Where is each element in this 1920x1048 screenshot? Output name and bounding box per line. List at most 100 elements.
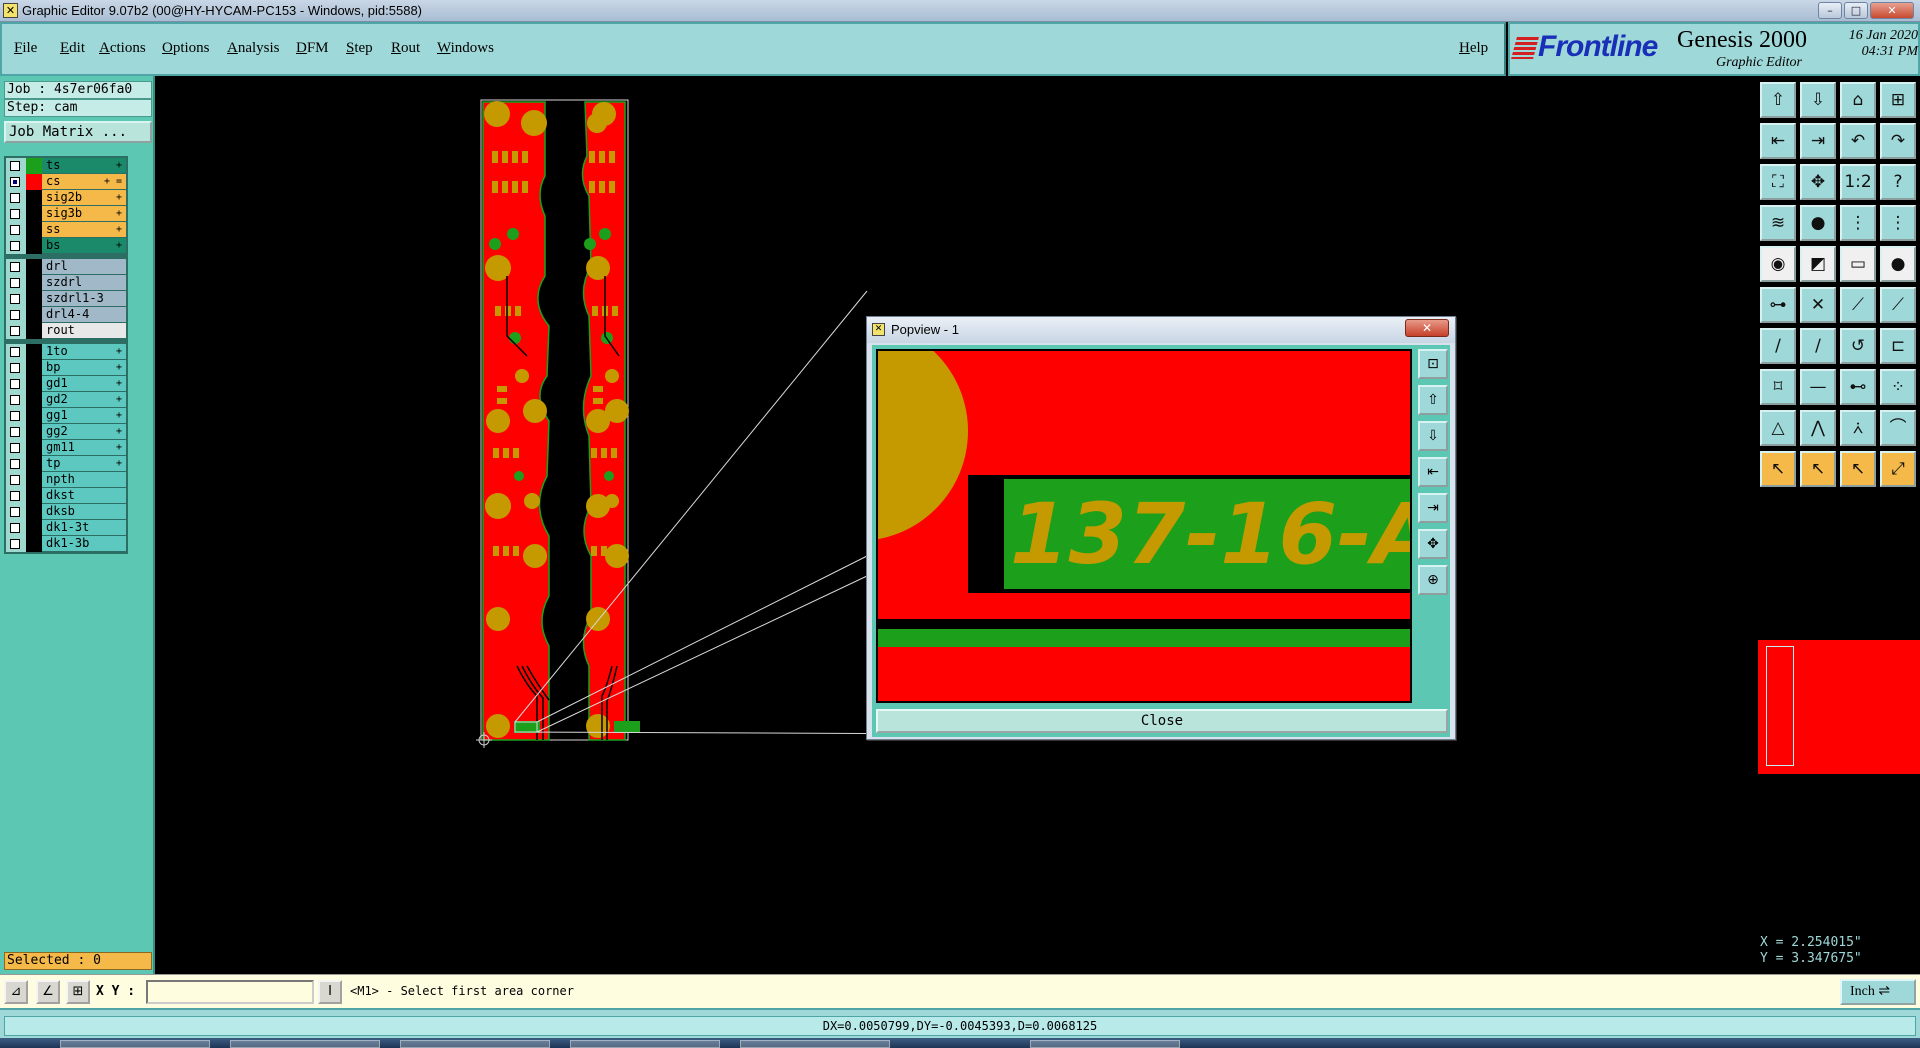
- pan-right-icon[interactable]: ⇥: [1418, 493, 1448, 523]
- layer-color-swatch[interactable]: [26, 291, 42, 307]
- layer-checkbox[interactable]: [10, 459, 20, 469]
- triangle4-icon[interactable]: ⌒: [1880, 410, 1916, 446]
- taskbar-item[interactable]: [740, 1040, 890, 1048]
- overview-map[interactable]: [1758, 640, 1920, 774]
- scale-icon[interactable]: 1:2: [1840, 164, 1876, 200]
- layer-row-szdrl1-3[interactable]: szdrl1-3: [6, 291, 126, 307]
- layer-name[interactable]: cs + =: [42, 174, 126, 190]
- layer-color-swatch[interactable]: [26, 520, 42, 536]
- line-node2-icon[interactable]: ⟋: [1880, 287, 1916, 323]
- layer-checkbox[interactable]: [10, 427, 20, 437]
- home-icon[interactable]: ⌂: [1840, 82, 1876, 118]
- taskbar-item[interactable]: [570, 1040, 720, 1048]
- pan-left-icon[interactable]: ⇤: [1760, 123, 1796, 159]
- layer-checkbox[interactable]: [10, 539, 20, 549]
- layer-checkbox[interactable]: [10, 443, 20, 453]
- draw-line2-icon[interactable]: ∕: [1800, 328, 1836, 364]
- pan-left-icon[interactable]: ⇤: [1418, 457, 1448, 487]
- menu-edit[interactable]: Edit: [60, 40, 85, 57]
- text-cursor-icon[interactable]: I: [318, 980, 342, 1004]
- menu-options[interactable]: Options: [162, 40, 210, 57]
- layer-row-dkst[interactable]: dkst: [6, 488, 126, 504]
- menu-step[interactable]: Step: [346, 40, 373, 57]
- layer-name[interactable]: sig3b +: [42, 206, 126, 222]
- layer-checkbox[interactable]: [10, 209, 20, 219]
- layer-row-gm11[interactable]: gm11 +: [6, 440, 126, 456]
- select2-icon[interactable]: ↖: [1840, 451, 1876, 487]
- layer-checkbox[interactable]: [10, 193, 20, 203]
- layer-color-swatch[interactable]: [26, 360, 42, 376]
- menu-file[interactable]: File: [14, 40, 37, 57]
- layer-name[interactable]: 1to +: [42, 344, 126, 360]
- layer-name[interactable]: ts +: [42, 158, 126, 174]
- snap-icon[interactable]: ≋: [1760, 205, 1796, 241]
- layer-color-swatch[interactable]: [26, 323, 42, 339]
- popview-titlebar[interactable]: ✕ Popview - 1 ✕: [867, 317, 1455, 343]
- line-node-icon[interactable]: ⟋: [1840, 287, 1876, 323]
- route-icon[interactable]: ⤢: [1880, 451, 1916, 487]
- layer-row-rout[interactable]: rout: [6, 323, 126, 339]
- layer-row-gd2[interactable]: gd2 +: [6, 392, 126, 408]
- layer-color-swatch[interactable]: [26, 158, 42, 174]
- layer-name[interactable]: drl4-4: [42, 307, 126, 323]
- layer-row-dk1-3t[interactable]: dk1-3t: [6, 520, 126, 536]
- layer-down-icon[interactable]: ⇩: [1418, 421, 1448, 451]
- layer-row-gd1[interactable]: gd1 +: [6, 376, 126, 392]
- layer-row-gg2[interactable]: gg2 +: [6, 424, 126, 440]
- window-close-button[interactable]: ✕: [1870, 2, 1914, 19]
- layer-name[interactable]: dk1-3t: [42, 520, 126, 536]
- menu-actions[interactable]: Actions: [99, 40, 146, 57]
- zoom-fit-icon[interactable]: ⊡: [1418, 349, 1448, 379]
- layer-row-1to[interactable]: 1to +: [6, 344, 126, 360]
- zoom-fit-icon[interactable]: ⛶: [1760, 164, 1796, 200]
- select-icon[interactable]: ↖: [1800, 451, 1836, 487]
- step-down-icon[interactable]: ⇩: [1800, 82, 1836, 118]
- layer-checkbox[interactable]: [10, 161, 20, 171]
- popview-zoom-area[interactable]: 137-16-A: [876, 349, 1412, 703]
- ruler-icon[interactable]: ▭: [1840, 246, 1876, 282]
- layer-color-swatch[interactable]: [26, 456, 42, 472]
- zoom-extents-icon[interactable]: ✥: [1800, 164, 1836, 200]
- layer-row-ss[interactable]: ss +: [6, 222, 126, 238]
- drill-icon[interactable]: ◉: [1760, 246, 1796, 282]
- layer-row-cs[interactable]: cs + =: [6, 174, 126, 190]
- layer-color-swatch[interactable]: [26, 222, 42, 238]
- layer-color-swatch[interactable]: [26, 259, 42, 275]
- unit-selector[interactable]: Inch ⇌: [1840, 979, 1916, 1005]
- layer-row-szdrl[interactable]: szdrl: [6, 275, 126, 291]
- layer-name[interactable]: gg2 +: [42, 424, 126, 440]
- layer-row-gg1[interactable]: gg1 +: [6, 408, 126, 424]
- pads-icon[interactable]: ⁘: [1880, 369, 1916, 405]
- layer-checkbox[interactable]: [10, 294, 20, 304]
- menu-dfm[interactable]: DFM: [296, 40, 329, 57]
- layer-name[interactable]: gm11 +: [42, 440, 126, 456]
- layer-color-swatch[interactable]: [26, 344, 42, 360]
- layer-color-swatch[interactable]: [26, 307, 42, 323]
- layer-row-bs[interactable]: bs +: [6, 238, 126, 254]
- layer-checkbox[interactable]: [10, 491, 20, 501]
- cut-icon[interactable]: ◩: [1800, 246, 1836, 282]
- snap-mode-icon[interactable]: ⊿: [4, 980, 28, 1004]
- layer-name[interactable]: rout: [42, 323, 126, 339]
- step-up-icon[interactable]: ⇧: [1760, 82, 1796, 118]
- layer-name[interactable]: gd2 +: [42, 392, 126, 408]
- angle-mode-icon[interactable]: ∠: [36, 980, 60, 1004]
- layer-color-swatch[interactable]: [26, 190, 42, 206]
- layer-name[interactable]: gg1 +: [42, 408, 126, 424]
- zoom-in-icon[interactable]: ✥: [1418, 529, 1448, 559]
- net2-icon[interactable]: ⋮: [1880, 205, 1916, 241]
- layer-name[interactable]: tp +: [42, 456, 126, 472]
- xy-input[interactable]: [146, 980, 314, 1004]
- layer-name[interactable]: sig2b +: [42, 190, 126, 206]
- layer-name[interactable]: dkst: [42, 488, 126, 504]
- net-icon[interactable]: ⋮: [1840, 205, 1876, 241]
- layer-color-swatch[interactable]: [26, 206, 42, 222]
- layer-checkbox[interactable]: [10, 475, 20, 485]
- layer-checkbox[interactable]: [10, 507, 20, 517]
- layer-row-sig2b[interactable]: sig2b +: [6, 190, 126, 206]
- layer-row-tp[interactable]: tp +: [6, 456, 126, 472]
- overview-viewport[interactable]: [1766, 646, 1794, 766]
- layer-checkbox[interactable]: [10, 310, 20, 320]
- pointer-icon[interactable]: ↖: [1760, 451, 1796, 487]
- layer-checkbox[interactable]: [10, 177, 20, 187]
